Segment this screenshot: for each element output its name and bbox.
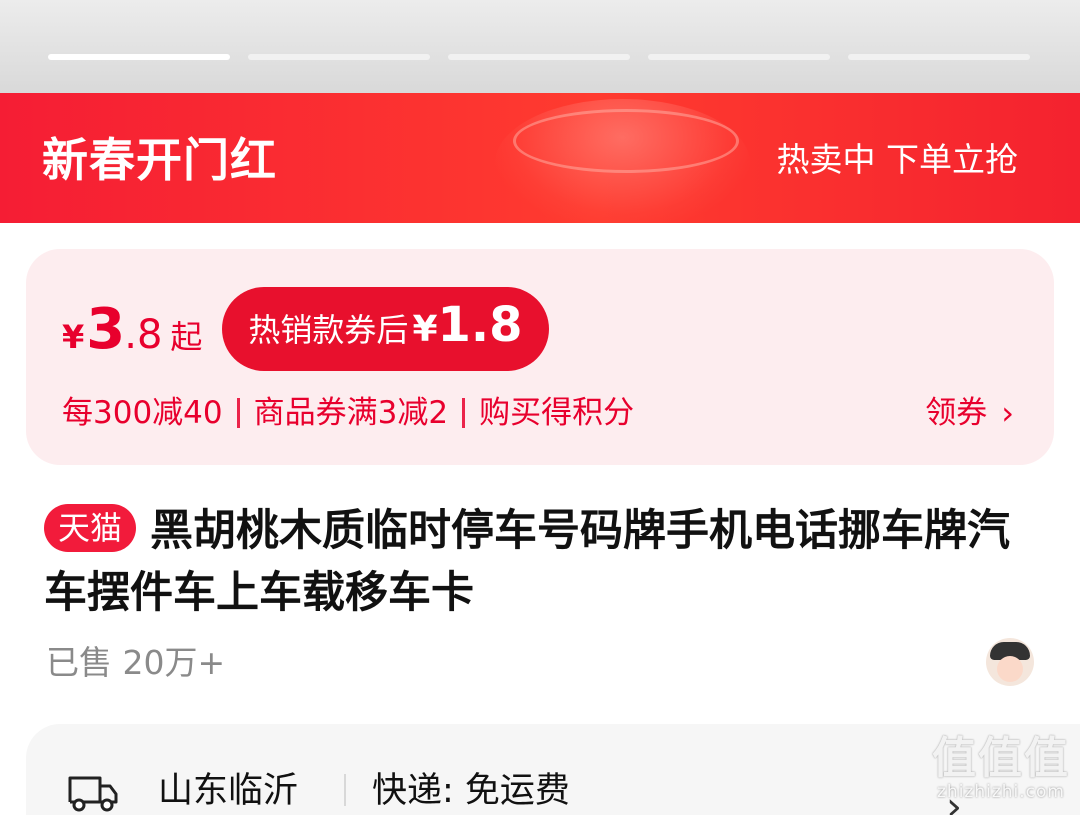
currency-symbol: ¥: [62, 317, 85, 356]
shipping-card[interactable]: 山东临沂 快递: 免运费 ›: [26, 724, 1080, 815]
price-card: ¥ 3 .8 起 热销款券后 ¥ 1.8 每300减40 商品券满3减2 购买得…: [26, 249, 1054, 465]
shipping-divider: [344, 774, 346, 806]
product-title: 天猫 黑胡桃木质临时停车号码牌手机电话挪车牌汽车摆件车上车载移车卡: [44, 500, 1044, 624]
gallery-indicator-3: [448, 54, 630, 60]
chevron-right-icon: ›: [1001, 394, 1014, 432]
promo-item: 每300减40: [62, 395, 223, 431]
gallery-indicator-2: [248, 54, 430, 60]
image-gallery[interactable]: [0, 0, 1080, 93]
get-coupon-label: 领券: [925, 395, 988, 431]
ship-origin: 山东临沂: [158, 771, 299, 811]
promo-divider: [236, 398, 240, 428]
promo-item: 商品券满3减2: [253, 395, 449, 431]
product-image-decoration: [495, 99, 750, 223]
price: ¥ 3 .8 起: [62, 297, 202, 362]
avatar-face: [997, 656, 1023, 682]
banner-subtitle: 热卖中 下单立抢: [776, 140, 1019, 179]
assistant-avatar-icon[interactable]: [986, 638, 1034, 686]
gallery-indicators: [48, 54, 1030, 60]
hot-currency-symbol: ¥: [412, 309, 438, 350]
tmall-badge: 天猫: [44, 504, 137, 552]
price-suffix: 起: [170, 317, 203, 356]
product-title-block: 天猫 黑胡桃木质临时停车号码牌手机电话挪车牌汽车摆件车上车载移车卡: [44, 500, 1044, 624]
hot-sale-badge: 热销款券后 ¥ 1.8: [222, 287, 549, 371]
ship-method: 快递: 免运费: [372, 771, 570, 811]
banner-title: 新春开门红: [42, 133, 277, 187]
sold-count: 已售 20万+: [46, 643, 226, 682]
hot-sale-label: 热销款券后: [248, 311, 409, 349]
watermark: 值值值 zhizhizhi.com: [928, 736, 1074, 812]
gallery-indicator-1: [48, 54, 230, 60]
promo-list: 每300减40 商品券满3减2 购买得积分: [62, 391, 634, 435]
watermark-logo: 值值值: [932, 733, 1070, 784]
get-coupon-button[interactable]: 领券 ›: [925, 391, 1014, 435]
product-title-text: 黑胡桃木质临时停车号码牌手机电话挪车牌汽车摆件车上车载移车卡: [44, 506, 1011, 618]
price-decimal: .8: [124, 311, 163, 358]
hot-price: 1.8: [437, 297, 523, 353]
watermark-url: zhizhizhi.com: [937, 782, 1065, 802]
price-row: ¥ 3 .8 起 热销款券后 ¥ 1.8: [62, 287, 549, 371]
truck-icon: [68, 776, 118, 812]
gallery-indicator-4: [648, 54, 830, 60]
promo-divider: [462, 398, 466, 428]
gallery-indicator-5: [848, 54, 1030, 60]
promo-item: 购买得积分: [479, 395, 635, 431]
price-integer: 3: [86, 296, 125, 362]
